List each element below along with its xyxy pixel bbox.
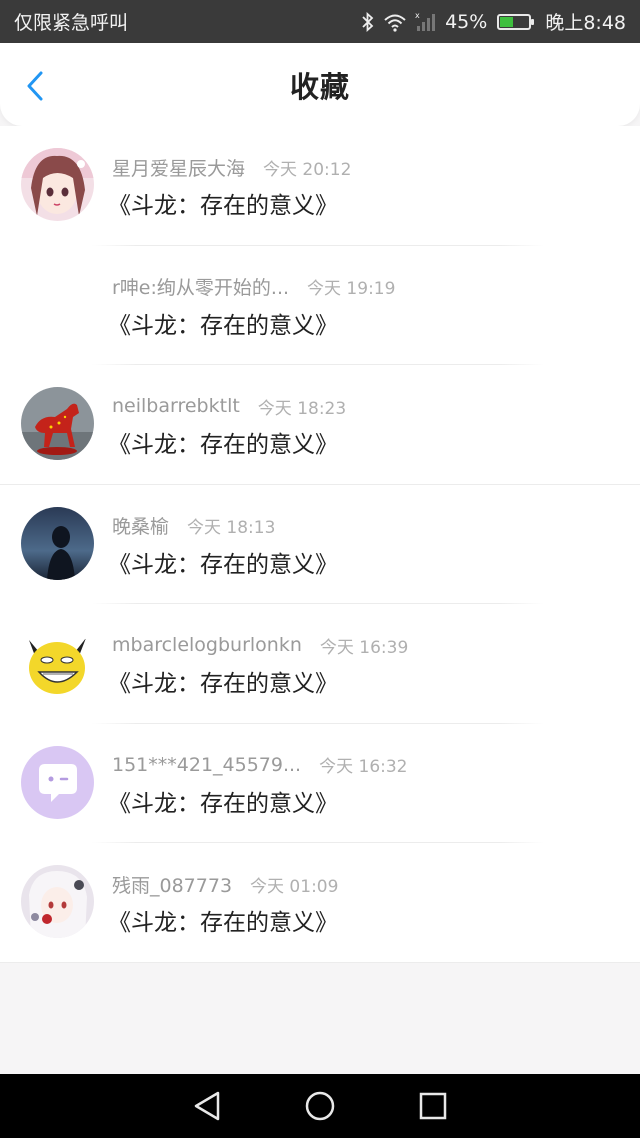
timestamp: 今天 19:19 — [307, 279, 396, 299]
avatar[interactable] — [21, 387, 94, 460]
svg-text:x: x — [415, 11, 420, 20]
clock: 晚上8:48 — [545, 12, 626, 34]
status-icons: x 45% 晚上8:48 — [361, 8, 626, 35]
app-header: 收藏 — [0, 43, 640, 126]
page-title: 收藏 — [289, 69, 350, 104]
item-meta: 晚桑榆 今天 18:13 — [112, 511, 275, 541]
timestamp: 今天 20:12 — [263, 159, 352, 180]
nav-back-button[interactable] — [187, 1086, 227, 1126]
triangle-back-icon — [194, 1091, 219, 1121]
carrier-text: 仅限紧急呼叫 — [14, 12, 129, 34]
bluetooth-icon — [361, 11, 375, 32]
list-item[interactable]: neilbarrebktlt 今天 18:23 《斗龙：存在的意义》 — [0, 365, 640, 485]
timestamp: 今天 18:23 — [257, 398, 347, 419]
chat-bubble-avatar-icon — [21, 745, 94, 819]
item-meta: neilbarrebktlt 今天 18:23 — [112, 391, 346, 421]
anime-girl-avatar-icon — [21, 148, 94, 221]
battery-level-fill — [500, 16, 514, 27]
item-meta: 151***421_45579... 今天 16:32 — [112, 750, 408, 780]
item-meta: 星月爱星辰大海 今天 20:12 — [112, 152, 351, 182]
list-item[interactable]: mbarclelogburlonkn 今天 16:39 《斗龙：存在的意义》 — [0, 604, 640, 724]
system-nav-bar — [0, 1074, 640, 1138]
username[interactable]: mbarclelogburlonkn — [112, 634, 302, 656]
list-item[interactable]: 残雨_087773 今天 01:09 《斗龙：存在的意义》 — [0, 843, 640, 963]
battery-percent: 45% — [445, 10, 488, 33]
divider — [0, 961, 640, 963]
circle-home-icon — [305, 1091, 335, 1121]
chevron-left-icon — [27, 71, 43, 101]
list-item[interactable]: r呻e:绚从零开始的... 今天 19:19 《斗龙：存在的意义》 — [0, 246, 640, 365]
wifi-icon — [383, 12, 407, 32]
timestamp: 今天 16:39 — [319, 637, 409, 658]
favorites-list: 星月爱星辰大海 今天 20:12 《斗龙：存在的意义》 r呻e:绚从零开始的..… — [0, 126, 640, 963]
username[interactable]: r呻e:绚从零开始的... — [112, 273, 289, 300]
red-horse-avatar-icon — [21, 387, 94, 460]
avatar[interactable] — [21, 745, 94, 819]
avatar[interactable] — [21, 626, 94, 699]
anime-white-hair-avatar-icon — [21, 865, 94, 938]
list-item[interactable]: 151***421_45579... 今天 16:32 《斗龙：存在的意义》 — [0, 724, 640, 843]
story-title[interactable]: 《斗龙：存在的意义》 — [108, 425, 338, 459]
timestamp: 今天 16:32 — [319, 757, 408, 777]
list-item[interactable]: 星月爱星辰大海 今天 20:12 《斗龙：存在的意义》 — [0, 126, 640, 246]
timestamp: 今天 18:13 — [187, 518, 276, 538]
list-item[interactable]: 晚桑榆 今天 18:13 《斗龙：存在的意义》 — [0, 485, 640, 604]
timestamp: 今天 01:09 — [250, 876, 339, 897]
username[interactable]: 星月爱星辰大海 — [112, 154, 245, 181]
back-button[interactable] — [18, 69, 52, 103]
item-meta: mbarclelogburlonkn 今天 16:39 — [112, 630, 408, 660]
story-title[interactable]: 《斗龙：存在的意义》 — [108, 903, 338, 937]
username[interactable]: 晚桑榆 — [112, 512, 169, 539]
story-title[interactable]: 《斗龙：存在的意义》 — [108, 186, 338, 220]
nav-recents-button[interactable] — [413, 1086, 453, 1126]
username[interactable]: 151***421_45579... — [112, 754, 301, 776]
item-meta: r呻e:绚从零开始的... 今天 19:19 — [112, 272, 395, 302]
avatar[interactable] — [21, 148, 94, 221]
username[interactable]: 残雨_087773 — [112, 871, 232, 898]
yellow-meme-avatar-icon — [21, 626, 94, 699]
username[interactable]: neilbarrebktlt — [112, 395, 240, 417]
story-title[interactable]: 《斗龙：存在的意义》 — [108, 664, 338, 698]
battery-icon — [497, 13, 535, 30]
story-title[interactable]: 《斗龙：存在的意义》 — [108, 545, 338, 579]
square-recents-icon — [420, 1092, 447, 1120]
story-title[interactable]: 《斗龙：存在的意义》 — [108, 306, 338, 340]
night-silhouette-avatar-icon — [21, 506, 94, 580]
status-bar: 仅限紧急呼叫 x 45% 晚上8:48 — [0, 0, 640, 43]
item-meta: 残雨_087773 今天 01:09 — [112, 869, 338, 899]
avatar[interactable] — [21, 865, 94, 938]
nav-home-button[interactable] — [300, 1086, 340, 1126]
signal-icon: x — [415, 11, 437, 33]
avatar[interactable] — [21, 506, 94, 580]
story-title[interactable]: 《斗龙：存在的意义》 — [108, 784, 338, 818]
